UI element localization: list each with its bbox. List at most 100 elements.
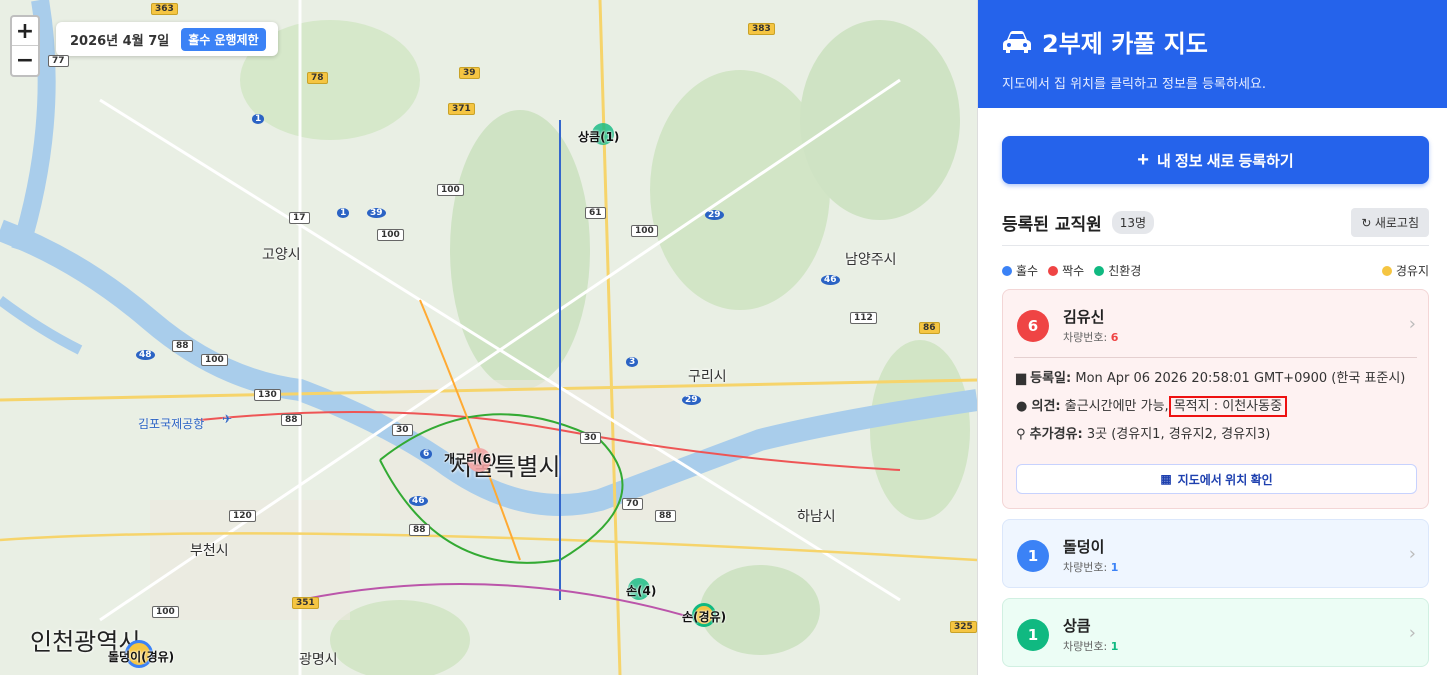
legend-label: 홀수 [1016,264,1039,278]
refresh-button[interactable]: ↻ 새로고침 [1351,208,1429,237]
opinion-value: 출근시간에만 가능, [1064,399,1169,414]
legend-waypoint: 경유지 [1381,262,1429,279]
city-label-bucheon: 부천시 [190,543,229,559]
city-label-gwangmyeong: 광명시 [299,652,338,668]
calendar-icon: ▆ [1016,371,1026,386]
sidebar-body: + 내 정보 새로 등록하기 등록된 교직원 13명 ↻ 새로고침 홀수 짝수 … [978,108,1447,667]
chevron-right-icon: › [1408,313,1416,334]
airport-icon: ✈ [222,412,233,426]
highway-shield-icon: 100 [201,354,228,366]
marker-label-stone-waypoint[interactable]: 돌덩이(경유) [108,648,174,665]
legend-dot-even [1048,265,1059,276]
map-base [0,0,977,675]
car-number-badge: 1 [1017,539,1049,572]
car-number-value: 6 [1110,331,1119,344]
car-number-badge: 6 [1017,309,1049,342]
car-number-badge: 1 [1017,618,1049,651]
marker-label-sangkeum[interactable]: 상큼(1) [578,128,619,145]
car-number-label: 차량번호: [1063,640,1108,653]
highway-shield-icon: 120 [229,510,256,522]
map-icon: ▦ [1160,472,1172,486]
legend-odd: 홀수 [1002,262,1038,279]
car-number-label: 차량번호: [1063,331,1108,344]
route-marker-icon: 46 [821,275,840,285]
map-area[interactable]: + − 2026년 4월 7일 홀수 운행제한 고양시 남양주시 구리시 하남시… [0,0,977,675]
highway-shield-icon: 100 [631,225,658,237]
staff-card[interactable]: 6 김유신 차량번호: 6 › ▆ 등록일: Mon Apr 06 2026 2… [1002,289,1429,509]
app-root: + − 2026년 4월 7일 홀수 운행제한 고양시 남양주시 구리시 하남시… [0,0,1447,675]
highway-shield-icon: 70 [622,498,643,510]
city-label-guri: 구리시 [688,369,727,385]
opinion-row: ● 의견: 출근시간에만 가능, 목적지 : 이천사동중 [1016,396,1415,417]
comment-icon: ● [1016,399,1028,414]
car-number-text: 차량번호: 6 [1063,329,1118,345]
legend-label: 짝수 [1062,264,1085,278]
highway-shield-icon: 39 [459,67,480,79]
highway-shield-icon: 30 [580,432,601,444]
highway-shield-icon: 88 [281,414,302,426]
chevron-right-icon: › [1408,543,1416,564]
car-number-text: 차량번호: 1 [1063,638,1118,654]
route-marker-icon: 48 [136,350,155,360]
staff-card[interactable]: 1 상큼 차량번호: 1 › [1002,598,1429,667]
registered-value: Mon Apr 06 2026 20:58:01 GMT+0900 (한국 표준… [1075,371,1406,386]
list-header: 등록된 교직원 13명 ↻ 새로고침 [1002,208,1429,246]
extra-route-row: ⚲ 추가경유: 3곳 (경유지1, 경유지2, 경유지3) [1016,426,1415,444]
register-button-label: 내 정보 새로 등록하기 [1156,152,1294,170]
city-label-namyangju: 남양주시 [845,252,897,268]
chevron-right-icon: › [1408,622,1416,643]
marker-label-son[interactable]: 손(4) [626,582,656,599]
legend-dot-odd [1002,265,1012,276]
list-count-badge: 13명 [1111,211,1155,234]
car-icon [1003,30,1031,53]
extra-route-value: 3곳 (경유지1, 경유지2, 경유지3) [1086,427,1271,442]
registered-label: 등록일: [1030,371,1072,386]
highway-shield-icon: 363 [151,3,178,15]
staff-name: 돌덩이 [1063,538,1105,556]
staff-card[interactable]: 1 돌덩이 차량번호: 1 › [1002,519,1429,588]
register-button[interactable]: + 내 정보 새로 등록하기 [1002,136,1429,184]
zoom-in-button[interactable]: + [12,17,38,46]
route-marker-icon: 39 [367,208,386,218]
legend-even: 짝수 [1048,262,1084,279]
zoom-control: + − [10,15,40,77]
highway-shield-icon: 88 [172,340,193,352]
highway-shield-icon: 130 [254,389,281,401]
list-title: 등록된 교직원 [1002,215,1102,235]
highway-shield-icon: 100 [152,606,179,618]
route-marker-icon: 29 [705,210,724,220]
extra-route-label: 추가경유: [1029,427,1083,442]
highway-shield-icon: 77 [48,55,69,67]
show-location-button[interactable]: ▦ 지도에서 위치 확인 [1016,464,1417,494]
staff-name: 상큼 [1063,617,1091,635]
marker-label-son-waypoint[interactable]: 손(경유) [682,608,726,625]
legend-dot-eco [1094,265,1105,276]
legend-dot-waypoint [1381,265,1392,276]
route-marker-icon: 29 [682,395,701,405]
legend-eco: 친환경 [1094,262,1141,279]
plus-icon: + [1137,148,1149,171]
car-number-text: 차량번호: 1 [1063,559,1118,575]
sidebar-header: 2부제 카풀 지도 지도에서 집 위치를 클릭하고 정보를 등록하세요. [978,0,1447,108]
date-panel: 2026년 4월 7일 홀수 운행제한 [56,22,278,56]
city-label-hanam: 하남시 [797,509,836,525]
route-marker-icon: 46 [409,496,428,506]
highway-shield-icon: 100 [377,229,404,241]
highway-shield-icon: 78 [307,72,328,84]
destination-highlight: 목적지 : 이천사동중 [1168,396,1288,417]
zoom-out-button[interactable]: − [12,46,38,75]
highway-shield-icon: 100 [437,184,464,196]
staff-detail: ▆ 등록일: Mon Apr 06 2026 20:58:01 GMT+0900… [1014,357,1417,464]
highway-shield-icon: 88 [655,510,676,522]
highway-shield-icon: 112 [850,312,877,324]
app-subtitle: 지도에서 집 위치를 클릭하고 정보를 등록하세요. [1002,77,1266,92]
car-number-value: 1 [1110,561,1119,574]
registered-row: ▆ 등록일: Mon Apr 06 2026 20:58:01 GMT+0900… [1016,370,1415,388]
highway-shield-icon: 17 [289,212,310,224]
highway-shield-icon: 30 [392,424,413,436]
highway-shield-icon: 383 [748,23,775,35]
legend-label: 경유지 [1395,264,1429,278]
highway-shield-icon: 86 [919,322,940,334]
opinion-label: 의견: [1031,399,1061,414]
marker-label-frog[interactable]: 개구리(6) [444,450,496,467]
